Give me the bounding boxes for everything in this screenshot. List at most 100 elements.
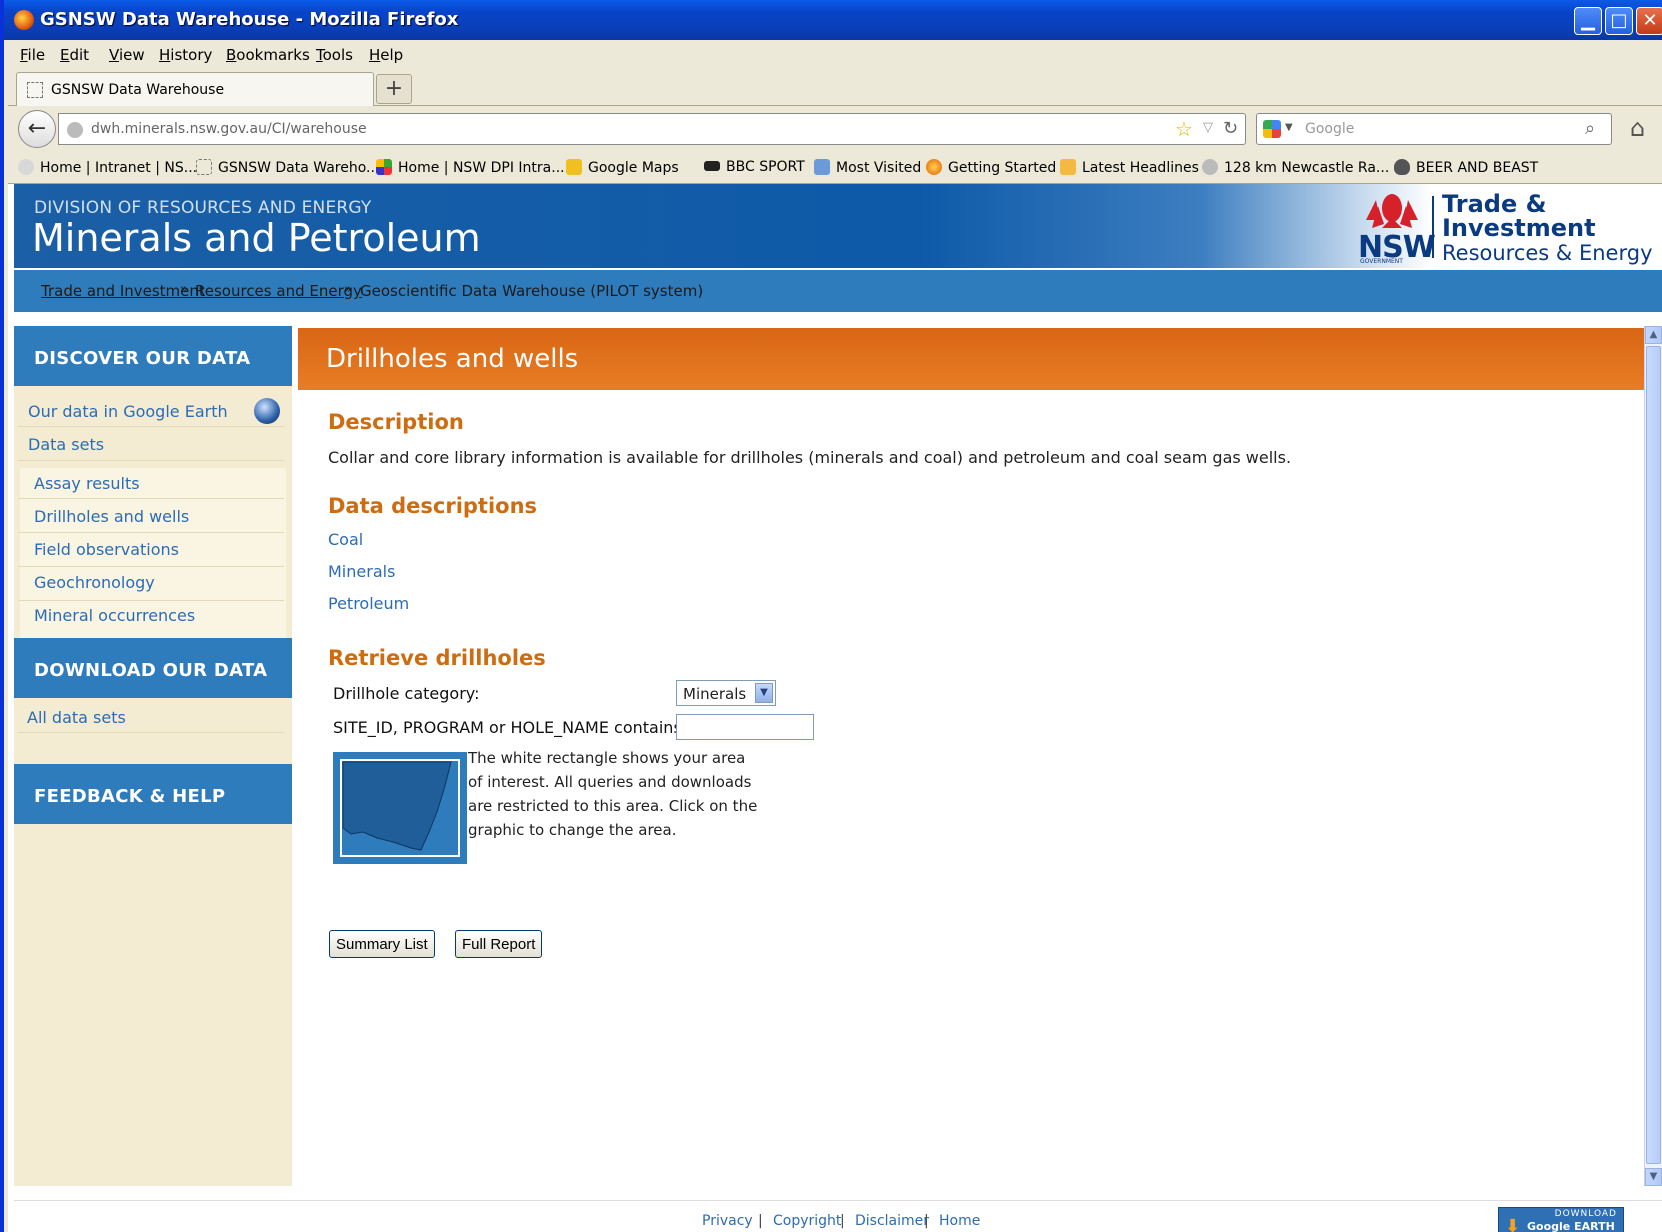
- intranet-icon: [18, 159, 34, 175]
- divider: [18, 600, 284, 601]
- divider: [18, 532, 284, 533]
- sidebar-item-geochronology[interactable]: Geochronology: [34, 573, 155, 592]
- menu-edit[interactable]: Edit: [60, 46, 89, 64]
- page-icon: [196, 159, 212, 175]
- logo-line-3: Resources & Energy: [1442, 241, 1653, 265]
- data-descriptions-heading: Data descriptions: [328, 494, 538, 518]
- google-earth-icon[interactable]: [254, 398, 280, 424]
- scroll-down-icon[interactable]: ▼: [1645, 1168, 1662, 1186]
- breadcrumb-separator: »: [180, 282, 188, 297]
- menu-file[interactable]: File: [20, 46, 45, 64]
- logo-line-2: Investment: [1442, 214, 1596, 242]
- new-tab-button[interactable]: +: [376, 74, 412, 104]
- google-icon[interactable]: [1263, 120, 1281, 138]
- tab-gsnsw[interactable]: GSNSW Data Warehouse: [16, 72, 374, 106]
- sidebar-item-google-earth[interactable]: Our data in Google Earth: [28, 402, 228, 421]
- bookmark-label: Home | NSW DPI Intra...: [398, 160, 565, 176]
- bookmark-star-icon[interactable]: ☆: [1175, 117, 1193, 141]
- footer-copyright-link[interactable]: Copyright: [773, 1213, 841, 1229]
- tab-label: GSNSW Data Warehouse: [51, 82, 225, 98]
- address-bar[interactable]: dwh.minerals.nsw.gov.au/CI/warehouse ☆ ▽…: [58, 113, 1246, 145]
- browser-window: GSNSW Data Warehouse - Mozilla Firefox ▁…: [0, 0, 1662, 1232]
- menu-tools[interactable]: Tools: [316, 46, 353, 64]
- download-google-earth-button[interactable]: ⬇ DOWNLOAD Google EARTH: [1498, 1207, 1624, 1232]
- link-coal[interactable]: Coal: [328, 530, 363, 549]
- apple-icon: [1394, 159, 1410, 175]
- description-heading: Description: [328, 410, 464, 434]
- home-icon[interactable]: ⌂: [1630, 114, 1645, 142]
- logo-divider: [1432, 196, 1434, 258]
- footer-home-link[interactable]: Home: [939, 1213, 980, 1229]
- feedback-help-heading[interactable]: FEEDBACK & HELP: [14, 764, 292, 824]
- sidebar: DISCOVER OUR DATA Our data in Google Ear…: [14, 326, 292, 1186]
- bookmark-item[interactable]: Google Maps: [566, 159, 679, 176]
- maximize-button[interactable]: □: [1605, 7, 1633, 35]
- footer-privacy-link[interactable]: Privacy: [702, 1213, 753, 1229]
- link-petroleum[interactable]: Petroleum: [328, 594, 409, 613]
- link-minerals[interactable]: Minerals: [328, 562, 395, 581]
- sidebar-item-drillholes-wells[interactable]: Drillholes and wells: [34, 507, 189, 526]
- bookmark-item[interactable]: BEER AND BEAST: [1394, 159, 1538, 176]
- bookmark-item[interactable]: Home | Intranet | NS...: [18, 159, 197, 176]
- nsw-logo[interactable]: NSW GOVERNMENT: [1356, 190, 1436, 265]
- bookmark-label: Getting Started: [948, 160, 1057, 176]
- reload-icon[interactable]: ↻: [1223, 118, 1238, 139]
- bookmark-item[interactable]: Home | NSW DPI Intra...: [376, 159, 565, 176]
- bookmark-item[interactable]: Getting Started: [926, 159, 1056, 176]
- bookmark-label: Most Visited: [836, 160, 922, 176]
- close-button[interactable]: ✕: [1636, 7, 1662, 35]
- full-report-button[interactable]: Full Report: [455, 930, 543, 958]
- bookmark-label: 128 km Newcastle Ra...: [1224, 160, 1390, 176]
- waratah-icon: [1366, 194, 1418, 228]
- bookmark-item[interactable]: Most Visited: [814, 159, 921, 176]
- menu-view[interactable]: View: [109, 46, 145, 64]
- search-placeholder: Google: [1305, 121, 1355, 137]
- menu-help[interactable]: Help: [369, 46, 403, 64]
- bookmark-label: GSNSW Data Wareho...: [218, 160, 380, 176]
- bookmark-item[interactable]: GSNSW Data Wareho...: [196, 159, 379, 176]
- history-dropdown-icon[interactable]: ▽: [1203, 120, 1213, 135]
- chevron-down-icon[interactable]: ▼: [755, 683, 773, 703]
- footer-separator: |: [840, 1213, 845, 1229]
- dpi-icon: [376, 159, 392, 175]
- search-icon[interactable]: ⌕: [1585, 118, 1595, 139]
- logo-line-1: Trade &: [1442, 190, 1547, 218]
- close-icon: ✕: [1642, 10, 1658, 31]
- menu-history[interactable]: History: [159, 46, 212, 64]
- menu-bookmarks[interactable]: Bookmarks: [226, 46, 310, 64]
- bookmark-label: Home | Intranet | NS...: [40, 160, 198, 176]
- bbc-icon: [704, 161, 720, 171]
- contains-input[interactable]: [676, 714, 814, 740]
- window-title: GSNSW Data Warehouse - Mozilla Firefox: [40, 9, 459, 30]
- site-identity-icon[interactable]: [67, 122, 83, 138]
- back-button[interactable]: ←: [18, 110, 56, 148]
- bookmark-item[interactable]: BBC SPORT: [704, 159, 805, 175]
- footer-disclaimer-link[interactable]: Disclaimer: [855, 1213, 929, 1229]
- bookmark-item[interactable]: 128 km Newcastle Ra...: [1202, 159, 1389, 176]
- category-select[interactable]: Minerals ▼: [676, 680, 776, 706]
- scrollbar-thumb[interactable]: [1646, 346, 1661, 1164]
- area-of-interest-map[interactable]: [333, 752, 467, 864]
- footer-separator: |: [924, 1213, 929, 1229]
- sidebar-item-mineral-occurrences[interactable]: Mineral occurrences: [34, 606, 195, 625]
- search-engine-dropdown-icon[interactable]: ▼: [1285, 122, 1293, 133]
- sidebar-item-field-observations[interactable]: Field observations: [34, 540, 179, 559]
- nsw-map-icon: [340, 759, 460, 857]
- divider: [18, 426, 284, 427]
- minimize-button[interactable]: ▁: [1574, 7, 1602, 35]
- trade-investment-logo-text[interactable]: Trade & Investment Resources & Energy: [1442, 192, 1653, 266]
- sidebar-item-all-data-sets[interactable]: All data sets: [27, 708, 126, 727]
- retrieve-heading: Retrieve drillholes: [328, 646, 546, 670]
- site-title: Minerals and Petroleum: [32, 216, 481, 260]
- bookmark-label: BBC SPORT: [726, 159, 805, 175]
- breadcrumb-separator: »: [344, 282, 352, 297]
- download-arrow-icon: ⬇: [1505, 1216, 1521, 1232]
- breadcrumb-resources-energy[interactable]: Resources and Energy: [195, 282, 362, 300]
- sidebar-item-data-sets[interactable]: Data sets: [28, 435, 104, 454]
- sidebar-item-assay-results[interactable]: Assay results: [34, 474, 140, 493]
- vertical-scrollbar[interactable]: ▲ ▼: [1644, 326, 1662, 1186]
- bookmark-item[interactable]: Latest Headlines: [1060, 159, 1199, 176]
- scroll-up-icon[interactable]: ▲: [1645, 326, 1662, 344]
- summary-list-button[interactable]: Summary List: [329, 930, 435, 958]
- search-bar[interactable]: ▼ Google ⌕: [1256, 113, 1612, 145]
